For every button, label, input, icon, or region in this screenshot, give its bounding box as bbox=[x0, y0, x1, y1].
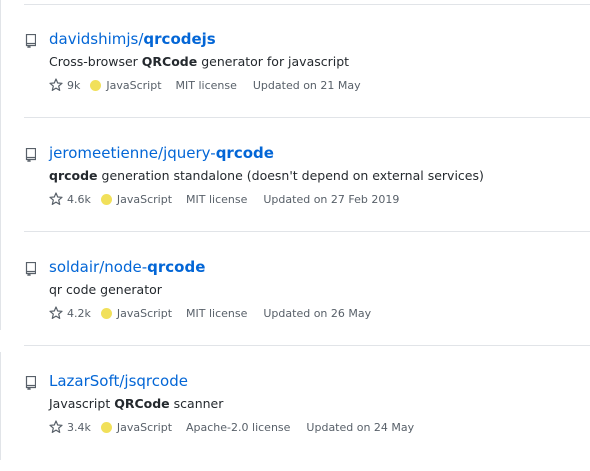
star-icon[interactable] bbox=[49, 78, 63, 92]
language-label: JavaScript bbox=[116, 306, 173, 320]
repo-icon bbox=[25, 148, 36, 162]
repo-name-highlight: qrcode bbox=[147, 258, 206, 276]
desc-text: Javascript bbox=[49, 396, 115, 411]
updated-label: Updated on 24 May bbox=[306, 420, 415, 434]
star-icon[interactable] bbox=[49, 306, 63, 320]
language-label: JavaScript bbox=[106, 78, 162, 92]
desc-highlight: qrcode bbox=[49, 168, 98, 183]
desc-text: generator for javascript bbox=[197, 54, 350, 69]
license-label: MIT license bbox=[186, 306, 248, 320]
star-icon[interactable] bbox=[49, 192, 63, 206]
desc-text: generation standalone (doesn't depend on… bbox=[97, 168, 484, 183]
language-color-dot bbox=[100, 307, 112, 319]
desc-text: Cross-browser bbox=[49, 54, 142, 69]
repo-meta: 4.2k JavaScript MIT license Updated on 2… bbox=[49, 304, 371, 322]
repo-meta: 3.4k JavaScript Apache-2.0 license Updat… bbox=[49, 418, 414, 436]
desc-text: scanner bbox=[169, 396, 224, 411]
stars-count[interactable]: 4.2k bbox=[67, 307, 91, 320]
repo-name: jquery- bbox=[163, 144, 216, 162]
desc-highlight: QRCode bbox=[114, 396, 170, 411]
repo-link[interactable]: soldair/node-qrcode bbox=[49, 257, 205, 277]
updated-label: Updated on 27 Feb 2019 bbox=[263, 192, 400, 206]
repo-list-item: LazarSoft/jsqrcode Javascript QRCode sca… bbox=[0, 371, 590, 471]
repo-owner: LazarSoft/jsqrcode bbox=[49, 372, 188, 390]
repo-description: Javascript QRCode scanner bbox=[49, 395, 223, 413]
language-color-dot bbox=[100, 193, 112, 205]
desc-highlight: QRCode bbox=[141, 54, 198, 69]
repo-owner: davidshimjs/ bbox=[49, 30, 144, 48]
repo-name-highlight: qrcodejs bbox=[143, 30, 216, 48]
repo-description: qrcode generation standalone (doesn't de… bbox=[49, 167, 484, 185]
repo-meta: 9k JavaScript MIT license Updated on 21 … bbox=[49, 76, 361, 94]
language-label: JavaScript bbox=[116, 420, 173, 434]
stars-count[interactable]: 4.6k bbox=[67, 193, 91, 206]
language-color-dot bbox=[90, 79, 102, 91]
license-label: MIT license bbox=[175, 78, 237, 92]
updated-label: Updated on 21 May bbox=[252, 78, 361, 92]
repo-meta: 4.6k JavaScript MIT license Updated on 2… bbox=[49, 190, 399, 208]
license-label: Apache-2.0 license bbox=[186, 420, 291, 434]
repo-link[interactable]: jeromeetienne/jquery-qrcode bbox=[49, 143, 274, 163]
license-label: MIT license bbox=[186, 192, 248, 206]
updated-label: Updated on 26 May bbox=[263, 306, 372, 320]
language-label: JavaScript bbox=[116, 192, 173, 206]
desc-text: qr code generator bbox=[49, 282, 162, 297]
repo-list-item: soldair/node-qrcode qr code generator 4.… bbox=[0, 257, 590, 357]
repo-link[interactable]: LazarSoft/jsqrcode bbox=[49, 371, 188, 391]
stars-count[interactable]: 9k bbox=[67, 79, 80, 92]
stars-count[interactable]: 3.4k bbox=[67, 421, 91, 434]
repo-list-item: jeromeetienne/jquery-qrcode qrcode gener… bbox=[0, 143, 590, 243]
repo-name-highlight: qrcode bbox=[215, 144, 274, 162]
repo-link[interactable]: davidshimjs/qrcodejs bbox=[49, 29, 216, 49]
divider bbox=[24, 4, 590, 5]
repo-name: node- bbox=[104, 258, 148, 276]
repo-icon bbox=[25, 34, 36, 48]
star-icon[interactable] bbox=[49, 420, 63, 434]
repo-icon bbox=[25, 376, 36, 390]
repo-owner: jeromeetienne/ bbox=[49, 144, 164, 162]
repo-list-item: davidshimjs/qrcodejs Cross-browser QRCod… bbox=[0, 29, 590, 129]
repo-owner: soldair/ bbox=[49, 258, 105, 276]
repo-icon bbox=[25, 262, 36, 276]
repo-description: Cross-browser QRCode generator for javas… bbox=[49, 53, 349, 71]
repo-description: qr code generator bbox=[49, 281, 162, 299]
language-color-dot bbox=[100, 421, 112, 433]
